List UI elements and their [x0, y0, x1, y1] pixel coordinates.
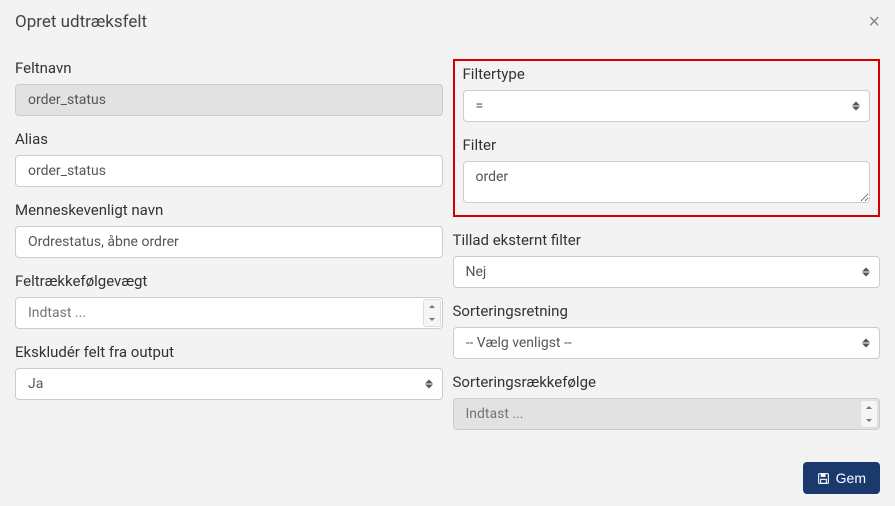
- menneske-input[interactable]: [15, 226, 443, 258]
- ekskluder-select-wrap[interactable]: Ja: [15, 368, 443, 400]
- filter-label: Filter: [463, 136, 871, 154]
- column-right: Filtertype = Filter order Tillad ekstern…: [453, 59, 881, 444]
- feltnavn-input: [15, 84, 443, 116]
- save-button-label: Gem: [836, 470, 866, 486]
- field-ekskluder: Ekskludér felt fra output Ja: [15, 343, 443, 400]
- sorteringsraekke-label: Sorteringsrækkefølge: [453, 373, 881, 391]
- filtertype-select[interactable]: =: [463, 90, 871, 122]
- field-feltnavn: Feltnavn: [15, 59, 443, 116]
- field-filter: Filter order: [463, 136, 871, 207]
- save-icon: [817, 472, 830, 485]
- sorteringsretning-select[interactable]: -- Vælg venligst --: [453, 327, 881, 359]
- modal-body: Feltnavn Alias Menneskevenligt navn Felt…: [0, 44, 895, 459]
- ekskluder-label: Ekskludér felt fra output: [15, 343, 443, 361]
- sorteringsraekke-stepper: [453, 398, 881, 430]
- modal-title: Opret udtræksfelt: [15, 12, 147, 32]
- tilladeksternt-select-wrap[interactable]: Nej: [453, 256, 881, 288]
- stepper-buttons[interactable]: [423, 299, 441, 327]
- sorteringsretning-select-wrap[interactable]: -- Vælg venligst --: [453, 327, 881, 359]
- modal-header: Opret udtræksfelt ×: [0, 0, 895, 44]
- stepper-down-icon[interactable]: [424, 313, 440, 326]
- sorteringsraekke-input: [453, 398, 881, 430]
- close-button[interactable]: ×: [868, 12, 880, 32]
- menneske-label: Menneskevenligt navn: [15, 201, 443, 219]
- feltvaegt-input[interactable]: [15, 297, 443, 329]
- alias-input[interactable]: [15, 155, 443, 187]
- field-sorteringsraekke: Sorteringsrækkefølge: [453, 373, 881, 430]
- field-feltraekkevaegt: Feltrækkefølgevægt: [15, 272, 443, 329]
- field-sorteringsretning: Sorteringsretning -- Vælg venligst --: [453, 302, 881, 359]
- filtertype-label: Filtertype: [463, 65, 871, 83]
- highlight-box: Filtertype = Filter order: [453, 59, 881, 217]
- stepper-buttons: [860, 400, 878, 428]
- save-button[interactable]: Gem: [803, 462, 880, 494]
- column-left: Feltnavn Alias Menneskevenligt navn Felt…: [15, 59, 443, 444]
- ekskluder-select[interactable]: Ja: [15, 368, 443, 400]
- field-menneskevenligt-navn: Menneskevenligt navn: [15, 201, 443, 258]
- alias-label: Alias: [15, 130, 443, 148]
- sorteringsretning-label: Sorteringsretning: [453, 302, 881, 320]
- field-alias: Alias: [15, 130, 443, 187]
- feltvaegt-stepper[interactable]: [15, 297, 443, 329]
- stepper-up-icon: [861, 401, 877, 414]
- field-tillad-eksternt: Tillad eksternt filter Nej: [453, 231, 881, 288]
- tilladeksternt-select[interactable]: Nej: [453, 256, 881, 288]
- feltnavn-label: Feltnavn: [15, 59, 443, 77]
- tilladeksternt-label: Tillad eksternt filter: [453, 231, 881, 249]
- feltvaegt-label: Feltrækkefølgevægt: [15, 272, 443, 290]
- stepper-up-icon[interactable]: [424, 300, 440, 313]
- stepper-down-icon: [861, 414, 877, 427]
- field-filtertype: Filtertype =: [463, 65, 871, 122]
- filtertype-select-wrap[interactable]: =: [463, 90, 871, 122]
- filter-textarea[interactable]: order: [463, 161, 871, 203]
- modal-footer: Gem: [0, 450, 895, 506]
